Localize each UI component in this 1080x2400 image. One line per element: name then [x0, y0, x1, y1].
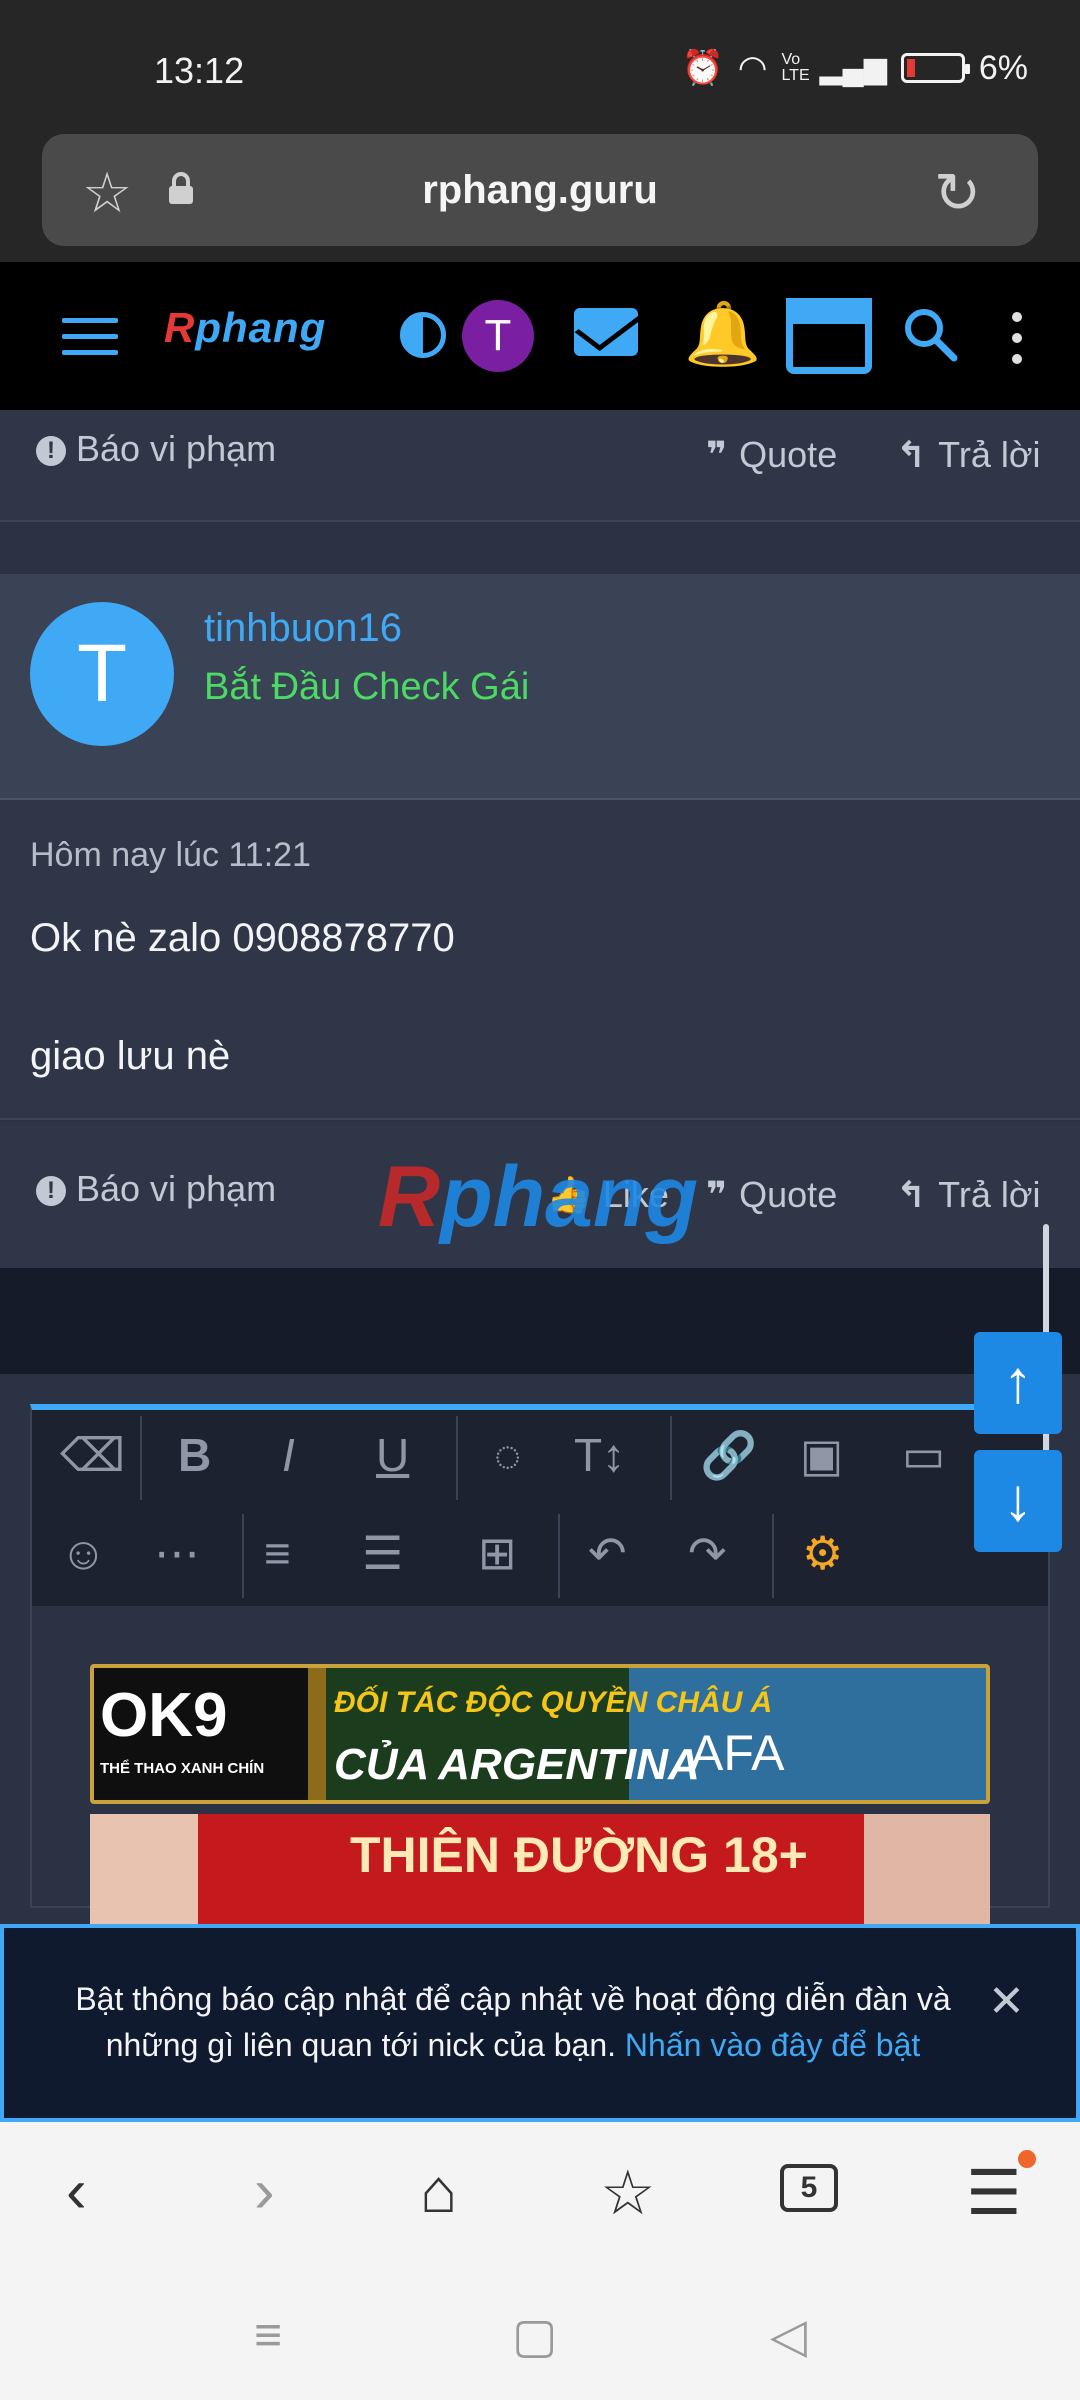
- home-nav-icon[interactable]: ▢: [512, 2308, 557, 2364]
- emoji-icon[interactable]: ☺: [60, 1526, 107, 1580]
- arrow-down-icon: ↓: [1003, 1466, 1033, 1533]
- reply-button[interactable]: ↰ Trả lời: [896, 1174, 1040, 1216]
- status-icons: ⏰ ◠ Vo LTE ▂▄▆ 6%: [681, 48, 1028, 88]
- ad-logo-text: OK9: [100, 1681, 228, 1750]
- back-icon[interactable]: ‹: [66, 2156, 87, 2227]
- reply-button[interactable]: ↰ Trả lời: [896, 434, 1040, 476]
- back-nav-icon[interactable]: ◁: [770, 2308, 807, 2364]
- store-icon[interactable]: [786, 298, 872, 374]
- image-icon[interactable]: ▣: [800, 1428, 843, 1482]
- account-avatar[interactable]: T: [462, 300, 534, 372]
- author-username[interactable]: tinhbuon16: [204, 606, 402, 651]
- mail-icon[interactable]: [574, 308, 638, 356]
- bold-icon[interactable]: B: [178, 1428, 211, 1482]
- search-icon[interactable]: [902, 306, 958, 362]
- status-time: 13:12: [154, 50, 245, 91]
- browser-bottom-bar: [0, 2122, 1080, 2272]
- post-separator: [0, 524, 1080, 574]
- eraser-icon[interactable]: ⌫: [60, 1428, 125, 1482]
- bell-icon[interactable]: 🔔: [684, 298, 761, 371]
- more-options-icon[interactable]: [1012, 312, 1022, 364]
- bookmarks-icon[interactable]: ☆: [600, 2156, 656, 2229]
- recent-apps-icon[interactable]: ≡: [254, 2308, 282, 2363]
- align-icon[interactable]: ≡: [264, 1526, 291, 1580]
- font-size-icon[interactable]: T↕: [574, 1428, 625, 1482]
- author-avatar[interactable]: T: [30, 602, 174, 746]
- toolbar-divider: [140, 1416, 142, 1500]
- url-text[interactable]: rphang.guru: [0, 168, 1080, 213]
- ad-headline: ĐỐI TÁC ĐỘC QUYỀN CHÂU Á: [334, 1686, 773, 1719]
- volte-icon: Vo LTE: [781, 51, 810, 84]
- enable-notifications-link[interactable]: Nhấn vào đây để bật: [625, 2027, 920, 2063]
- quote-button[interactable]: ❞ Quote: [706, 434, 837, 476]
- toolbar-divider: [456, 1416, 458, 1500]
- ad-headline: THIÊN ĐƯỜNG 18+: [350, 1827, 808, 1883]
- quote-icon: ❞: [706, 1174, 728, 1215]
- toolbar-divider: [558, 1514, 560, 1598]
- toolbar-divider: [670, 1416, 672, 1500]
- ad-tagline: THỂ THAO XANH CHÍN: [100, 1760, 265, 1777]
- toolbar-divider: [772, 1514, 774, 1598]
- reply-icon: ↰: [896, 434, 927, 475]
- alarm-icon: ⏰: [681, 49, 724, 87]
- post-text-line: giao lưu nè: [30, 1034, 231, 1078]
- post-text-line: Ok nè zalo 0908878770: [30, 916, 455, 960]
- ad-logo-text: AFA: [690, 1725, 785, 1781]
- theme-toggle-icon[interactable]: [400, 312, 446, 358]
- battery-percent: 6%: [978, 48, 1028, 87]
- tabs-icon[interactable]: 5: [780, 2164, 838, 2212]
- signal-icon: ▂▄▆: [819, 51, 887, 85]
- site-watermark-logo: Rphang: [378, 1149, 699, 1245]
- wifi-icon: ◠: [737, 49, 768, 87]
- report-button[interactable]: ! Báo vi phạm: [36, 1168, 276, 1210]
- scroll-to-bottom-button[interactable]: ↓: [974, 1450, 1062, 1552]
- italic-icon[interactable]: I: [282, 1428, 295, 1482]
- post-date[interactable]: Hôm nay lúc 11:21: [30, 836, 311, 875]
- ad-headline: CỦA ARGENTINA: [334, 1740, 700, 1789]
- section-separator: [0, 1268, 1080, 1374]
- reply-icon: ↰: [896, 1174, 927, 1215]
- close-icon[interactable]: ✕: [988, 1976, 1025, 2027]
- browser-menu-icon[interactable]: ☰: [966, 2156, 1022, 2229]
- scroll-to-top-button[interactable]: ↑: [974, 1332, 1062, 1434]
- text-color-icon[interactable]: ◌: [494, 1428, 521, 1482]
- reload-icon[interactable]: ↻: [934, 160, 981, 226]
- author-title: Bắt Đầu Check Gái: [204, 666, 530, 708]
- report-button[interactable]: ! Báo vi phạm: [36, 428, 276, 470]
- hamburger-menu-icon[interactable]: [62, 318, 118, 358]
- table-icon[interactable]: ⊞: [478, 1526, 517, 1580]
- arrow-up-icon: ↑: [1003, 1348, 1033, 1415]
- underline-icon[interactable]: U: [376, 1428, 409, 1482]
- battery-icon: [900, 53, 970, 83]
- more-options-icon[interactable]: ⋯: [154, 1526, 200, 1580]
- quote-button[interactable]: ❞ Quote: [706, 1174, 837, 1216]
- warning-icon: !: [36, 436, 66, 466]
- redo-icon[interactable]: ↷: [688, 1526, 727, 1580]
- forward-icon[interactable]: ›: [254, 2156, 275, 2227]
- media-icon[interactable]: ▭: [902, 1428, 945, 1482]
- undo-icon[interactable]: ↶: [588, 1526, 627, 1580]
- home-icon[interactable]: ⌂: [420, 2156, 457, 2227]
- quote-icon: ❞: [706, 434, 728, 475]
- gear-icon[interactable]: ⚙: [802, 1526, 843, 1580]
- site-logo[interactable]: Rphang: [164, 304, 326, 352]
- toolbar-divider: [242, 1514, 244, 1598]
- list-icon[interactable]: ☰: [362, 1526, 403, 1580]
- link-icon[interactable]: 🔗: [700, 1428, 757, 1483]
- notification-dot: [1018, 2150, 1036, 2168]
- warning-icon: !: [36, 1176, 66, 1206]
- notification-text: Bật thông báo cập nhật để cập nhật về ho…: [75, 1981, 951, 2063]
